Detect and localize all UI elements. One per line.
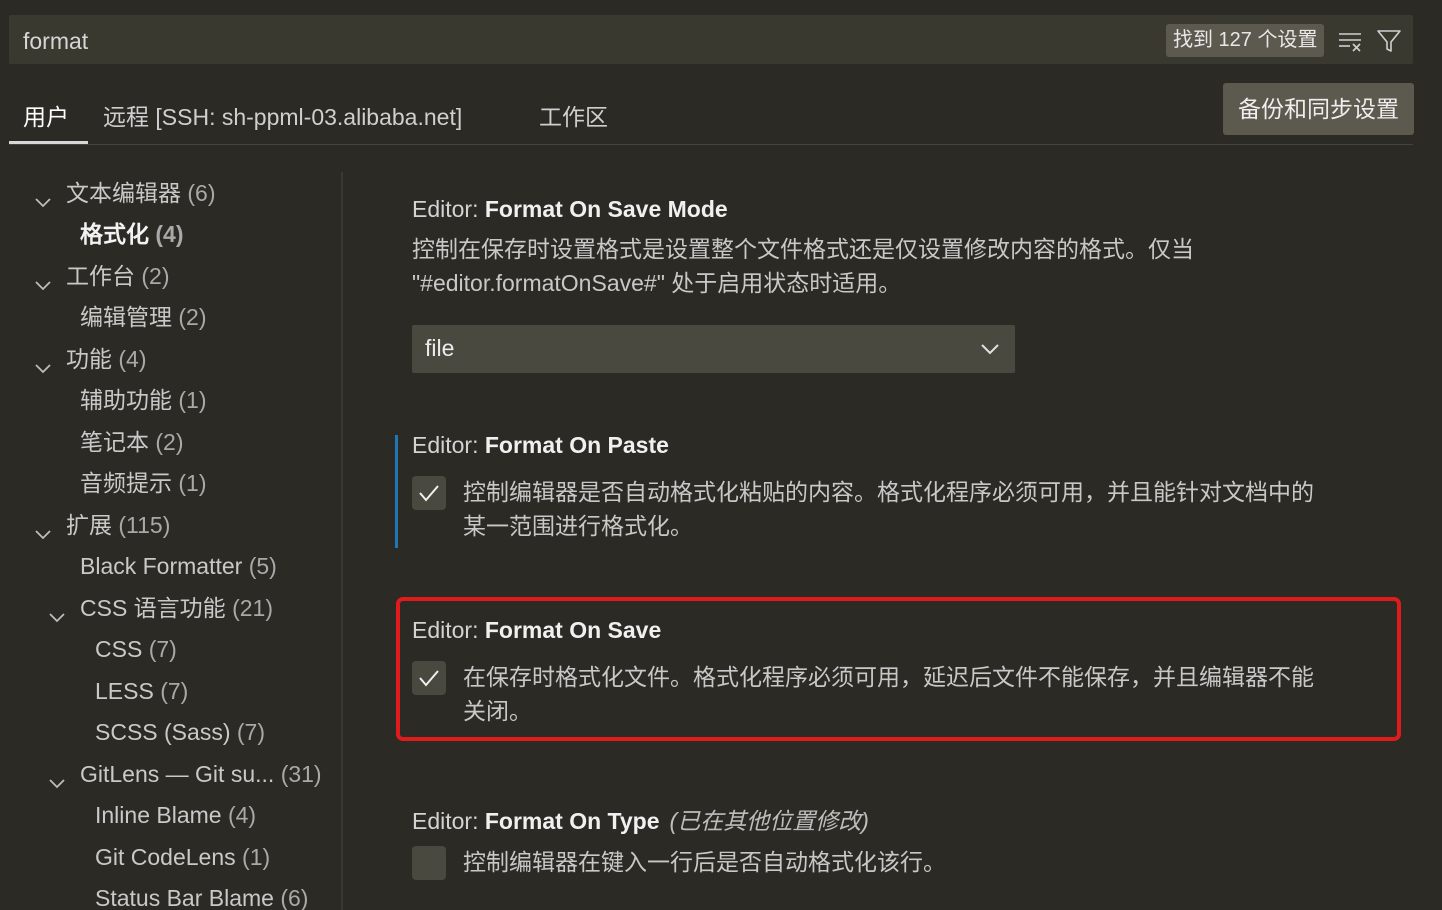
toc-item-css[interactable]: CSS (7) bbox=[95, 631, 177, 667]
check-icon bbox=[419, 670, 439, 687]
chevron-down-icon bbox=[34, 185, 52, 208]
focused-setting-indicator bbox=[395, 435, 398, 548]
chevron-down-icon bbox=[34, 351, 52, 374]
search-input[interactable] bbox=[21, 25, 1025, 57]
tab-workspace[interactable]: 工作区 bbox=[539, 98, 608, 132]
toc-item-extensions[interactable]: 扩展 (115) bbox=[34, 507, 170, 543]
toc-item-text-editor[interactable]: 文本编辑器 (6) bbox=[34, 175, 216, 211]
toc-item-notebook[interactable]: 笔记本 (2) bbox=[80, 424, 184, 460]
setting-format-on-paste: Editor: Format On Paste bbox=[412, 432, 669, 459]
setting-format-on-save: Editor: Format On Save bbox=[412, 617, 661, 644]
format-on-save-mode-select[interactable]: file bbox=[412, 325, 1015, 373]
result-count-badge: 找到 127 个设置 bbox=[1166, 24, 1325, 57]
toc-item-status-bar-blame[interactable]: Status Bar Blame (6) bbox=[95, 880, 308, 910]
toc-item-less[interactable]: LESS (7) bbox=[95, 673, 188, 709]
toc-item-gitlens[interactable]: GitLens — Git su... (31) bbox=[48, 756, 322, 792]
chevron-down-icon bbox=[48, 600, 66, 623]
tab-remote[interactable]: 远程 [SSH: sh-ppml-03.alibaba.net] bbox=[103, 98, 462, 132]
format-on-type-checkbox[interactable] bbox=[412, 846, 446, 880]
settings-toc: 文本编辑器 (6) 格式化 (4) 工作台 (2) 编辑管理 (2) 功能 (4… bbox=[0, 172, 342, 910]
setting-title: Editor: Format On Save bbox=[412, 617, 662, 643]
toc-item-inline-blame[interactable]: Inline Blame (4) bbox=[95, 797, 256, 833]
check-icon bbox=[419, 485, 439, 502]
setting-description: 控制编辑器是否自动格式化粘贴的内容。格式化程序必须可用，并且能针对文档中的 某一… bbox=[463, 479, 1314, 539]
tab-user[interactable]: 用户 bbox=[23, 98, 69, 132]
toc-item-editor-management[interactable]: 编辑管理 (2) bbox=[80, 299, 207, 335]
format-on-paste-checkbox[interactable] bbox=[412, 476, 446, 510]
toc-item-git-codelens[interactable]: Git CodeLens (1) bbox=[95, 839, 270, 875]
chevron-down-icon bbox=[34, 517, 52, 540]
setting-description: 在保存时格式化文件。格式化程序必须可用，延迟后文件不能保存，并且编辑器不能 关闭… bbox=[463, 664, 1314, 724]
format-on-save-checkbox[interactable] bbox=[412, 661, 446, 695]
active-tab-indicator bbox=[9, 141, 88, 144]
toc-item-audio-cues[interactable]: 音频提示 (1) bbox=[80, 465, 207, 501]
modified-elsewhere-link[interactable]: (已在其他位置修改) bbox=[670, 808, 869, 834]
backup-sync-button[interactable]: 备份和同步设置 bbox=[1223, 83, 1414, 135]
toc-item-accessibility[interactable]: 辅助功能 (1) bbox=[80, 382, 207, 418]
settings-search-bar: 找到 127 个设置 bbox=[9, 15, 1413, 64]
toc-divider bbox=[341, 172, 343, 910]
toc-item-scss[interactable]: SCSS (Sass) (7) bbox=[95, 714, 265, 750]
chevron-down-icon bbox=[979, 339, 1001, 359]
toc-item-workbench[interactable]: 工作台 (2) bbox=[34, 258, 170, 294]
toc-item-features[interactable]: 功能 (4) bbox=[34, 341, 147, 377]
clear-filter-icon[interactable] bbox=[1336, 27, 1364, 55]
toc-item-black-formatter[interactable]: Black Formatter (5) bbox=[80, 548, 277, 584]
chevron-down-icon bbox=[34, 268, 52, 291]
filter-icon[interactable] bbox=[1375, 27, 1403, 55]
toc-item-formatting[interactable]: 格式化 (4) bbox=[80, 216, 184, 252]
setting-description: 控制在保存时设置格式是设置整个文件格式还是仅设置修改内容的格式。仅当 "#edi… bbox=[412, 236, 1194, 296]
chevron-down-icon bbox=[48, 766, 66, 789]
setting-title: Editor: Format On Save Mode bbox=[412, 196, 728, 222]
setting-format-on-save-mode: Editor: Format On Save Mode 控制在保存时设置格式是设… bbox=[412, 196, 1194, 300]
setting-format-on-type: Editor: Format On Type (已在其他位置修改) bbox=[412, 802, 869, 836]
toc-item-css-language[interactable]: CSS 语言功能 (21) bbox=[48, 590, 273, 626]
setting-title: Editor: Format On Type (已在其他位置修改) bbox=[412, 808, 869, 834]
settings-scope-tabs: 用户 远程 [SSH: sh-ppml-03.alibaba.net] 工作区 bbox=[9, 88, 1413, 145]
setting-title: Editor: Format On Paste bbox=[412, 432, 669, 458]
setting-description: 控制编辑器在键入一行后是否自动格式化该行。 bbox=[463, 849, 946, 875]
